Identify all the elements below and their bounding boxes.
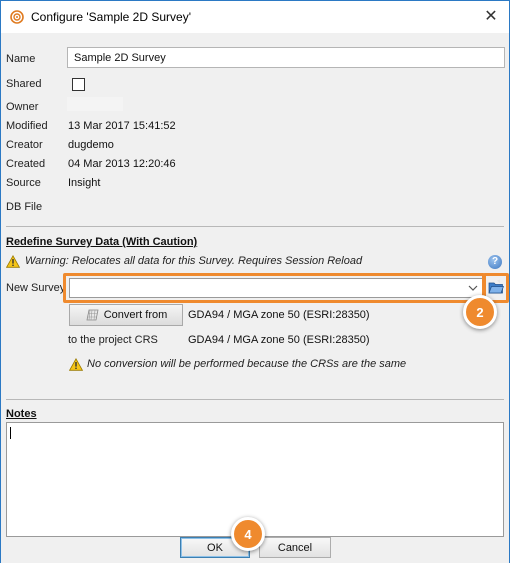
to-project-label: to the project CRS: [68, 334, 158, 346]
owner-label: Owner: [6, 101, 39, 113]
cancel-button[interactable]: Cancel: [259, 537, 331, 558]
created-value: 04 Mar 2013 12:20:46: [68, 158, 176, 170]
warning-triangle-icon: [69, 358, 83, 371]
dialog-content: Name Shared Owner Modified 13 Mar 2017 1…: [1, 33, 509, 563]
cancel-label: Cancel: [277, 541, 313, 554]
project-crs: GDA94 / MGA zone 50 (ESRI:28350): [188, 334, 370, 346]
divider: [6, 226, 504, 227]
modified-label: Modified: [6, 120, 48, 132]
warning-triangle-icon: [6, 255, 20, 268]
creator-label: Creator: [6, 139, 43, 151]
source-label: Source: [6, 177, 41, 189]
configure-dialog: Configure 'Sample 2D Survey' ✕ Name Shar…: [0, 0, 510, 563]
close-icon: ✕: [484, 8, 498, 25]
text-caret: [10, 427, 11, 439]
convert-from-crs: GDA94 / MGA zone 50 (ESRI:28350): [188, 309, 370, 321]
new-survey-label: New Survey: [6, 282, 66, 294]
step-badge-4: 4: [231, 517, 265, 551]
title-bar: Configure 'Sample 2D Survey' ✕: [1, 1, 509, 33]
highlight-dropdown: [63, 273, 485, 303]
close-button[interactable]: ✕: [477, 3, 505, 29]
no-conversion-note: No conversion will be performed because …: [87, 358, 407, 370]
shared-checkbox[interactable]: [72, 78, 85, 91]
created-label: Created: [6, 158, 46, 170]
window-title: Configure 'Sample 2D Survey': [31, 10, 191, 24]
convert-from-button[interactable]: Convert from: [69, 304, 183, 326]
notes-heading: Notes: [6, 408, 37, 420]
divider: [6, 399, 504, 400]
name-field[interactable]: [67, 47, 505, 68]
dbfile-label: DB File: [6, 201, 43, 213]
name-label: Name: [6, 53, 36, 65]
convert-from-label: Convert from: [103, 309, 168, 321]
survey-target-icon: [10, 10, 24, 24]
source-value: Insight: [68, 177, 101, 189]
relocate-warning: Warning: Relocates all data for this Sur…: [25, 255, 363, 267]
step-badge-2: 2: [463, 295, 497, 329]
owner-value: [67, 97, 123, 111]
help-icon[interactable]: ?: [488, 255, 502, 269]
redefine-heading: Redefine Survey Data (With Caution): [6, 236, 198, 248]
modified-value: 13 Mar 2017 15:41:52: [68, 120, 176, 132]
creator-value: dugdemo: [68, 139, 114, 151]
shared-label: Shared: [6, 78, 42, 90]
grid-icon: [86, 309, 99, 321]
ok-label: OK: [207, 541, 223, 554]
